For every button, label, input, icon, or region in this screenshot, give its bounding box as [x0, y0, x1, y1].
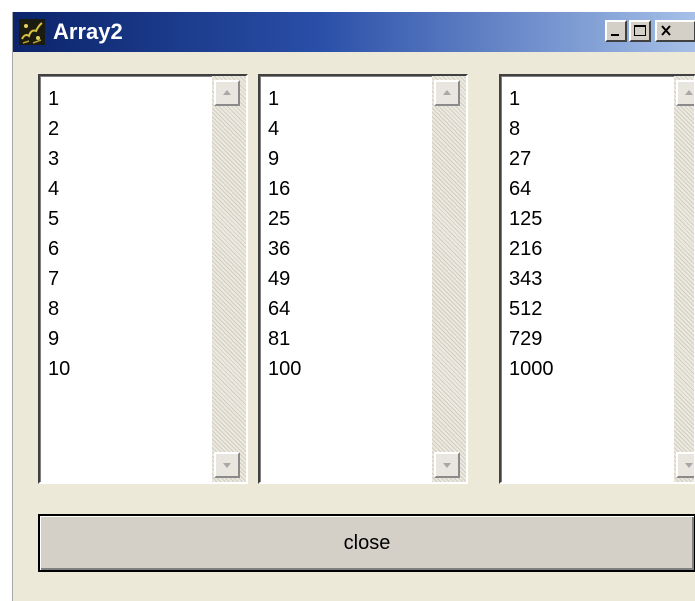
list-items: 1 8 27 64 125 216 343 512 729 1000	[509, 84, 554, 384]
close-button[interactable]: close	[38, 514, 695, 572]
list-item[interactable]: 81	[268, 324, 301, 354]
list-item[interactable]: 4	[268, 114, 301, 144]
scroll-up-button[interactable]	[214, 80, 240, 106]
list-item[interactable]: 729	[509, 324, 554, 354]
window-title: Array2	[53, 19, 123, 44]
app-window: Array2 1 2 3 4 5 6 7 8 9 10 1 4 9 16 25 …	[12, 12, 695, 601]
maximize-button[interactable]	[629, 20, 651, 42]
scroll-down-button[interactable]	[214, 452, 240, 478]
list-item[interactable]: 49	[268, 264, 301, 294]
list-item[interactable]: 7	[48, 264, 70, 294]
list-item[interactable]: 9	[268, 144, 301, 174]
listbox-squares[interactable]: 1 4 9 16 25 36 49 64 81 100	[258, 74, 468, 484]
scroll-down-button[interactable]	[676, 452, 694, 478]
list-item[interactable]: 64	[268, 294, 301, 324]
list-item[interactable]: 3	[48, 144, 70, 174]
list-item[interactable]: 1	[268, 84, 301, 114]
minimize-button[interactable]	[605, 20, 627, 42]
arrow-up-icon	[223, 90, 231, 95]
list-item[interactable]: 64	[509, 174, 554, 204]
list-item[interactable]: 1	[48, 84, 70, 114]
vertical-scrollbar[interactable]	[674, 76, 694, 482]
close-window-button[interactable]	[655, 20, 695, 42]
list-item[interactable]: 1000	[509, 354, 554, 384]
scroll-down-button[interactable]	[434, 452, 460, 478]
list-item[interactable]: 8	[48, 294, 70, 324]
list-item[interactable]: 4	[48, 174, 70, 204]
arrow-up-icon	[443, 90, 451, 95]
arrow-up-icon	[685, 90, 693, 95]
list-items: 1 4 9 16 25 36 49 64 81 100	[268, 84, 301, 384]
java-app-icon	[19, 19, 45, 45]
list-item[interactable]: 6	[48, 234, 70, 264]
list-item[interactable]: 125	[509, 204, 554, 234]
list-items: 1 2 3 4 5 6 7 8 9 10	[48, 84, 70, 384]
arrow-down-icon	[223, 463, 231, 468]
list-item[interactable]: 10	[48, 354, 70, 384]
listbox-numbers[interactable]: 1 2 3 4 5 6 7 8 9 10	[38, 74, 248, 484]
list-item[interactable]: 512	[509, 294, 554, 324]
list-item[interactable]: 36	[268, 234, 301, 264]
list-item[interactable]: 343	[509, 264, 554, 294]
list-item[interactable]: 216	[509, 234, 554, 264]
scroll-up-button[interactable]	[434, 80, 460, 106]
vertical-scrollbar[interactable]	[212, 76, 246, 482]
list-item[interactable]: 16	[268, 174, 301, 204]
vertical-scrollbar[interactable]	[432, 76, 466, 482]
listbox-cubes[interactable]: 1 8 27 64 125 216 343 512 729 1000	[499, 74, 695, 484]
list-item[interactable]: 1	[509, 84, 554, 114]
list-item[interactable]: 100	[268, 354, 301, 384]
list-item[interactable]: 8	[509, 114, 554, 144]
arrow-down-icon	[685, 463, 693, 468]
list-item[interactable]: 27	[509, 144, 554, 174]
title-bar[interactable]: Array2	[13, 12, 695, 52]
list-item[interactable]: 2	[48, 114, 70, 144]
list-item[interactable]: 5	[48, 204, 70, 234]
scroll-up-button[interactable]	[676, 80, 694, 106]
list-item[interactable]: 25	[268, 204, 301, 234]
list-item[interactable]: 9	[48, 324, 70, 354]
arrow-down-icon	[443, 463, 451, 468]
